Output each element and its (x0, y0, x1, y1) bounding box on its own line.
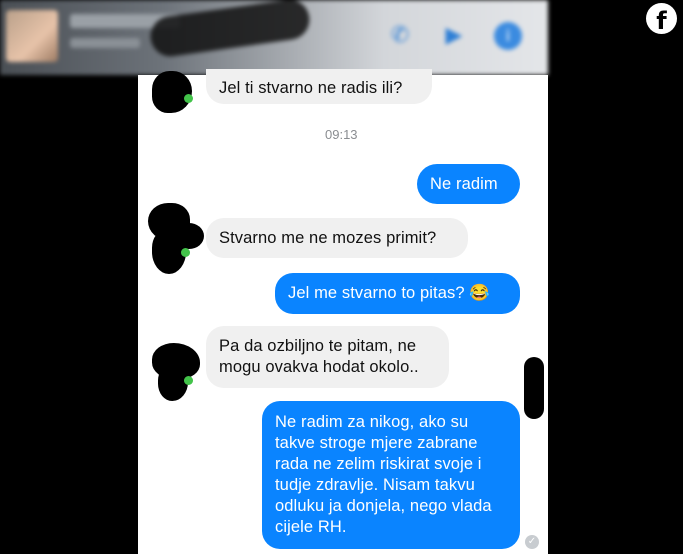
chat-header: ✆ ▶ i (0, 0, 548, 75)
info-icon[interactable]: i (494, 22, 522, 50)
conversation-area[interactable]: Jel ti stvarno ne radis ili? 09:13 Ne ra… (138, 69, 548, 554)
timestamp: 09:13 (325, 127, 358, 142)
message-incoming[interactable]: Pa da ozbiljno te pitam, ne mogu ovakva … (206, 326, 449, 388)
online-status-dot (184, 376, 193, 385)
message-outgoing[interactable]: Jel me stvarno to pitas? 😂 (275, 273, 520, 314)
video-icon[interactable]: ▶ (440, 22, 468, 50)
message-text: Pa da ozbiljno te pitam, ne mogu ovakva … (219, 337, 419, 376)
redacted-avatar (152, 71, 192, 113)
message-incoming[interactable]: Stvarno me ne mozes primit? (206, 218, 468, 258)
redaction-scribble (147, 0, 313, 59)
redacted-avatar (158, 365, 188, 401)
redacted-avatar (174, 223, 204, 249)
phone-icon[interactable]: ✆ (386, 22, 414, 50)
online-status-dot (184, 94, 193, 103)
redaction-scribble (524, 357, 544, 419)
message-incoming[interactable]: Jel ti stvarno ne radis ili? (206, 69, 432, 104)
message-outgoing[interactable]: Ne radim (417, 164, 520, 204)
message-text: Ne radim (430, 175, 498, 193)
online-status-dot (181, 248, 190, 257)
message-text: Ne radim za nikog, ako su takve stroge m… (275, 413, 492, 536)
message-text: Jel me stvarno to pitas? 😂 (288, 284, 490, 302)
message-outgoing[interactable]: Ne radim za nikog, ako su takve stroge m… (262, 401, 520, 549)
seen-check-icon: ✓ (525, 535, 539, 549)
message-text: Jel ti stvarno ne radis ili? (219, 79, 403, 97)
contact-status-redacted (70, 38, 140, 48)
contact-avatar[interactable] (6, 10, 58, 62)
facebook-logo-icon[interactable]: f (646, 3, 677, 34)
message-text: Stvarno me ne mozes primit? (219, 229, 437, 247)
messenger-screenshot: ✆ ▶ i Jel ti stvarno ne radis ili? 09:13… (0, 0, 548, 554)
